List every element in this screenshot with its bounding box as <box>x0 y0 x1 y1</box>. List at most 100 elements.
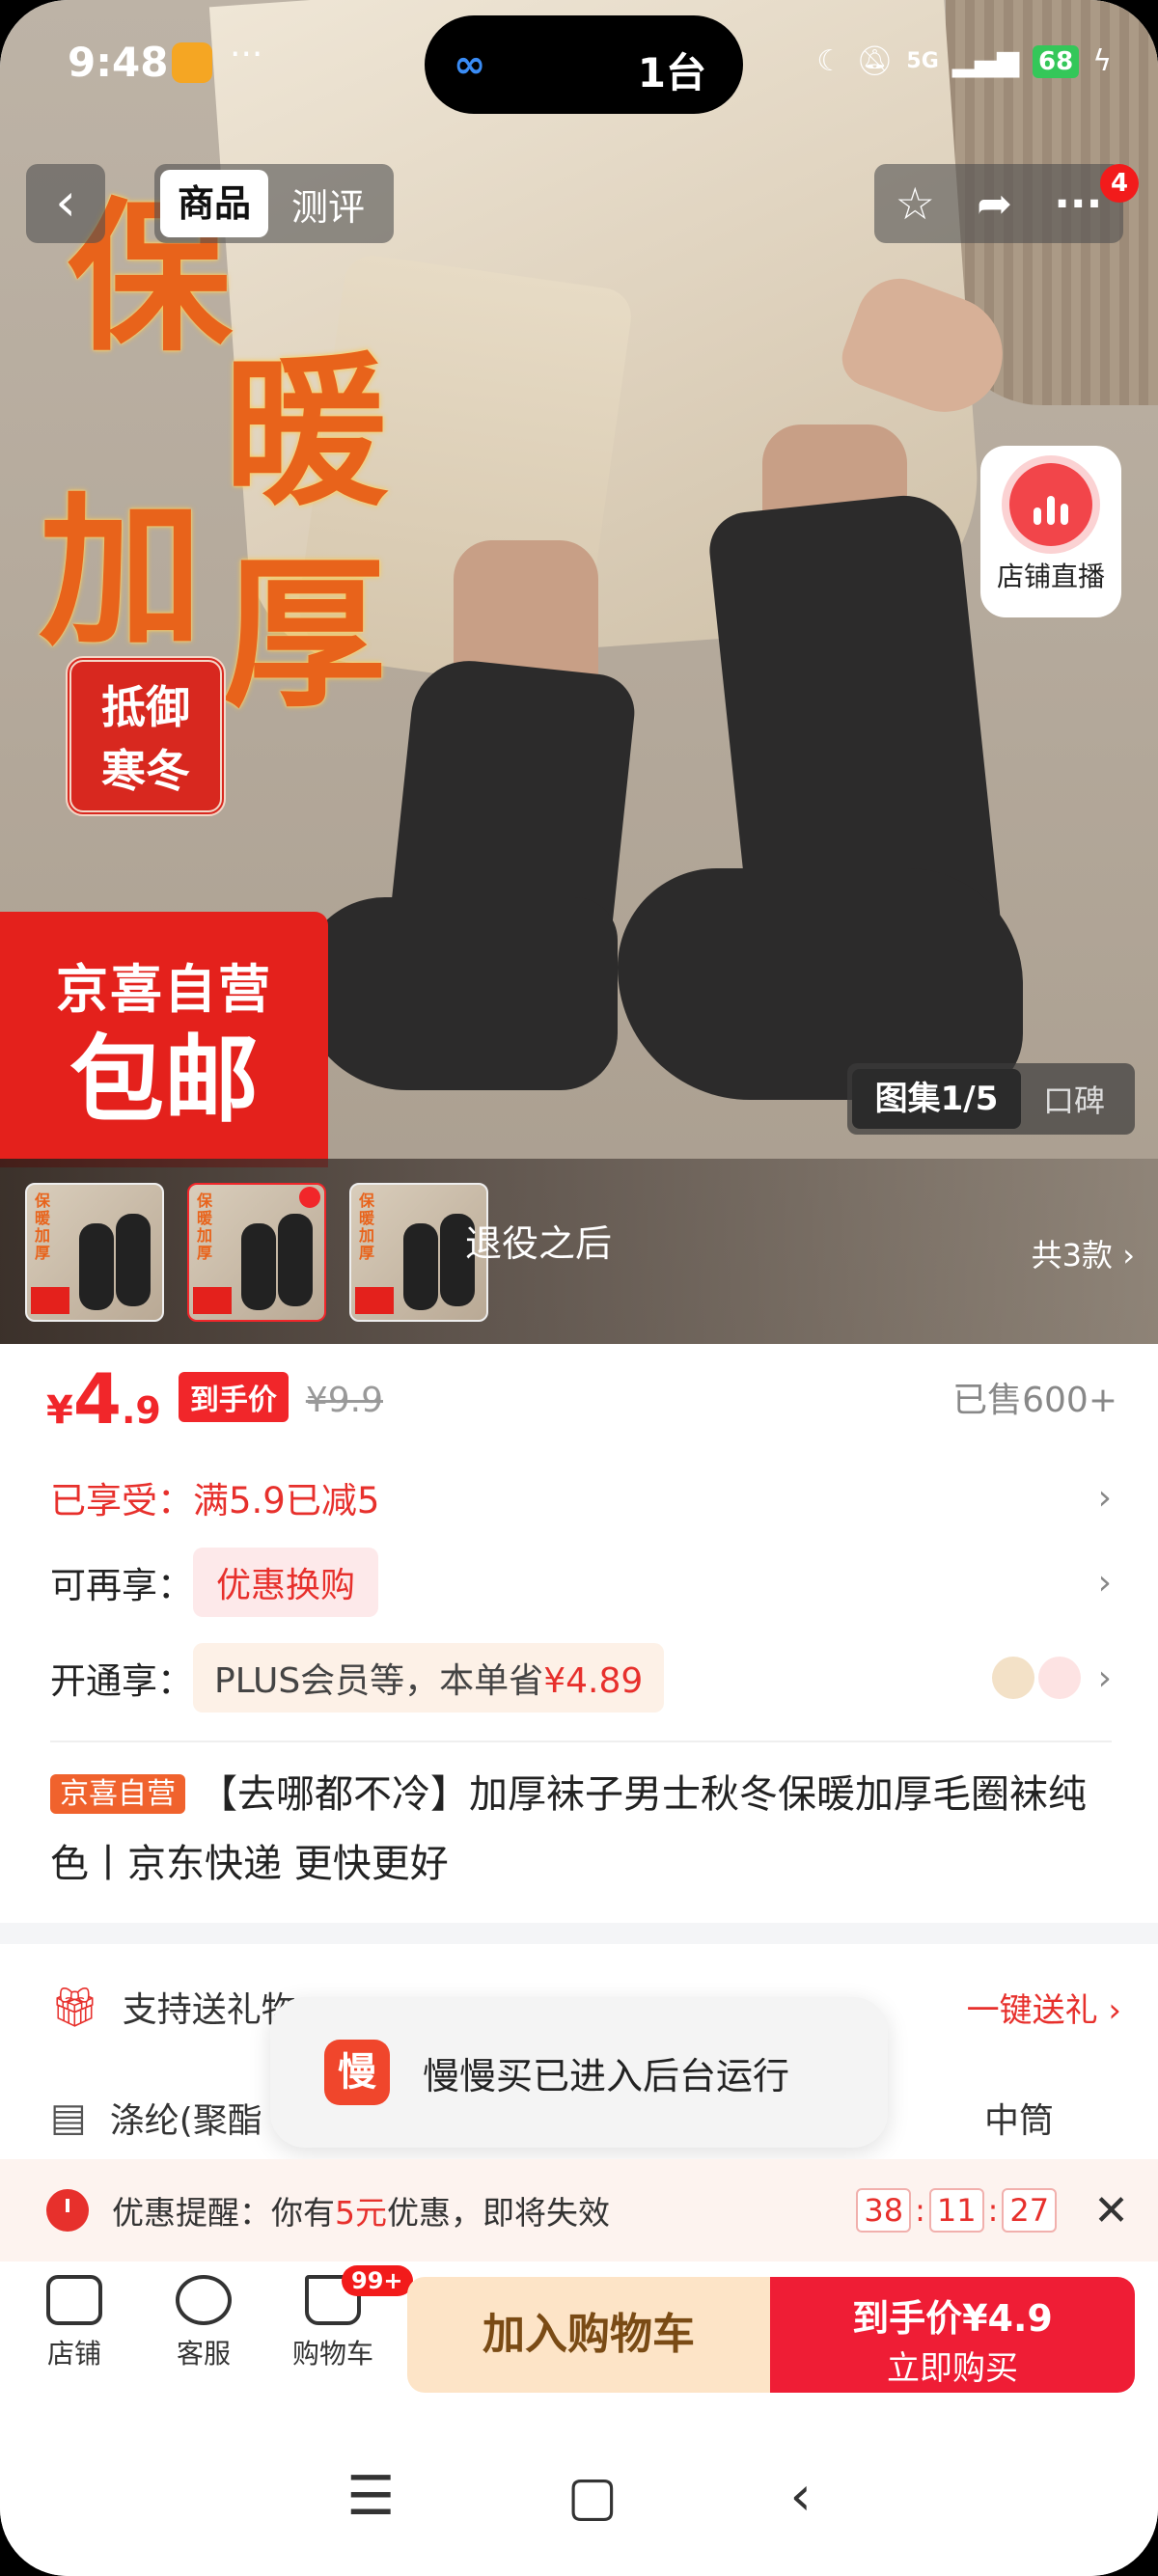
final-price-tag: 到手价 <box>178 1372 289 1422</box>
timer-hours: 38 <box>856 2188 912 2233</box>
signal-icon: 5G <box>906 49 939 73</box>
coupon-reminder[interactable]: 优惠提醒：你有 5元 优惠，即将失效 38: 11: 27 ✕ <box>0 2159 1158 2261</box>
more-notifications-icon: ··· <box>230 35 263 74</box>
chevron-left-icon: ‹ <box>55 172 76 233</box>
section-gap <box>0 1923 1158 1944</box>
page-tabs: 商品 测评 <box>154 164 394 243</box>
more-icon[interactable]: ··· <box>1054 179 1102 229</box>
exchange-deal-pill: 优惠换购 <box>193 1548 379 1617</box>
price-decimal: .9 <box>121 1389 161 1432</box>
share-icon[interactable]: ➦ <box>977 179 1012 229</box>
background-toast: 慢 慢慢买已进入后台运行 <box>270 1997 888 2148</box>
shop-label: 店铺 <box>46 2338 101 2370</box>
toast-text: 慢慢买已进入后台运行 <box>423 2054 790 2097</box>
stamp-line-2: 寒冬 <box>101 745 190 797</box>
height-label: 中筒 <box>983 2101 1054 2141</box>
home-icon[interactable]: ▢ <box>566 2465 618 2528</box>
price-row: ¥ 4 .9 到手价 ¥9.9 已售600+ <box>46 1358 1117 1445</box>
signal-bars-icon: ▂▄▆ <box>951 44 1020 78</box>
variant-thumb-selected[interactable]: 保暖加厚 <box>187 1183 326 1322</box>
dynamic-island: ∞ 1台 <box>425 15 743 114</box>
back-button[interactable]: ‹ <box>26 164 105 243</box>
chevron-right-icon: › <box>1097 1477 1112 1518</box>
cart-button[interactable]: 购物车 99+ <box>272 2265 413 2371</box>
reminder-prefix: 优惠提醒：你有 <box>112 2194 335 2232</box>
tab-product[interactable]: 商品 <box>160 170 268 237</box>
hero-text-3: 加 <box>39 476 204 669</box>
chevron-right-icon: › <box>1097 1562 1112 1603</box>
product-detail-screen: 保 暖 加 厚 抵御 寒冬 京喜自营 包邮 店铺直播 图集1/5 口碑 保暖加厚 <box>0 0 1158 2576</box>
selected-dot-icon <box>299 1187 320 1208</box>
stamp-badge: 抵御 寒冬 <box>66 656 226 816</box>
live-label: 店铺直播 <box>996 561 1105 592</box>
favorite-star-icon[interactable]: ☆ <box>896 178 935 230</box>
top-tools: ☆ ➦ ··· <box>874 164 1123 243</box>
message-badge: 4 <box>1100 164 1139 203</box>
live-icon <box>1009 463 1092 546</box>
shop-button[interactable]: 店铺 <box>14 2275 135 2371</box>
plus-member-amount: ¥4.89 <box>543 1661 644 1701</box>
countdown-timer: 38: 11: 27 <box>856 2188 1058 2233</box>
variant-thumb[interactable]: 保暖加厚 <box>25 1183 164 1322</box>
system-nav-bar: ☰ ▢ ‹ <box>0 2417 1158 2576</box>
mute-icon: 🔕︎ <box>856 44 894 78</box>
variant-count-label: 共3款 <box>1031 1237 1114 1274</box>
divider <box>50 1740 1112 1742</box>
gift-link-label: 一键送礼 <box>966 1990 1098 2030</box>
battery-icon: 68 <box>1033 44 1080 78</box>
system-icons: ☾ 🔕︎ 5G ▂▄▆ 68 ϟ <box>816 44 1112 78</box>
link-icon: ∞ <box>454 42 486 87</box>
price-integer: 4 <box>72 1358 122 1439</box>
clock-icon <box>46 2189 89 2232</box>
chevron-right-icon: › <box>1097 1658 1112 1698</box>
notification-app-icon <box>172 42 212 83</box>
plus-member-row[interactable]: 开通享： PLUS会员等，本单省¥4.89 › <box>50 1642 1112 1713</box>
gift-icon: 🎁︎ <box>50 1985 99 2030</box>
extra-deal-row[interactable]: 可再享： 优惠换购 › <box>50 1547 1112 1618</box>
variant-name: 退役之后 <box>465 1222 613 1265</box>
one-click-gift-link[interactable]: 一键送礼 › <box>967 1984 1121 2031</box>
crown-icon <box>991 1657 1034 1699</box>
plus-member-label: 开通享： <box>50 1660 193 1702</box>
charging-icon: ϟ <box>1092 44 1112 78</box>
sold-count: 已售600+ <box>952 1381 1117 1420</box>
service-label: 客服 <box>176 2338 231 2370</box>
card-icon <box>1037 1657 1081 1699</box>
service-icon <box>176 2275 232 2325</box>
variant-count-link[interactable]: 共3款 › <box>1032 1231 1135 1275</box>
sock-foot-graphic <box>299 897 618 1090</box>
promo-line-1: 京喜自营 <box>56 959 272 1020</box>
tab-gallery[interactable]: 图集1/5 <box>852 1069 1021 1129</box>
store-live-button[interactable]: 店铺直播 <box>980 446 1121 617</box>
manmanmai-app-icon: 慢 <box>324 2040 390 2105</box>
chevron-right-icon: › <box>1122 1237 1135 1274</box>
menu-icon[interactable]: ☰ <box>346 2465 395 2528</box>
status-bar: 9:48 ··· ∞ 1台 ☾ 🔕︎ 5G ▂▄▆ 68 ϟ <box>0 0 1158 135</box>
customer-service-button[interactable]: 客服 <box>143 2275 264 2371</box>
hero-text-4: 厚 <box>222 538 387 731</box>
moon-icon: ☾ <box>816 44 843 78</box>
discount-enjoyed-row[interactable]: 已享受：满5.9已减5 › <box>50 1462 1112 1533</box>
buy-now-button[interactable]: 到手价¥4.9 立即购买 <box>770 2277 1135 2393</box>
add-to-cart-button[interactable]: 加入购物车 <box>407 2277 770 2393</box>
reminder-suffix: 优惠，即将失效 <box>387 2194 610 2232</box>
product-title-text: 【去哪都不冷】加厚袜子男士秋冬保暖加厚毛圈袜纯色丨京东快递 更快更好 <box>50 1772 1087 1886</box>
plus-member-pill: PLUS会员等，本单省¥4.89 <box>193 1643 665 1713</box>
stamp-line-1: 抵御 <box>101 681 190 733</box>
product-title: 京喜自营 【去哪都不冷】加厚袜子男士秋冬保暖加厚毛圈袜纯色丨京东快递 更快更好 <box>50 1762 1121 1897</box>
tab-reviews[interactable]: 口碑 <box>1021 1077 1127 1121</box>
buy-now-price: 到手价¥4.9 <box>852 2297 1053 2340</box>
shop-icon <box>46 2275 102 2325</box>
tab-evaluation[interactable]: 测评 <box>268 178 388 231</box>
back-icon[interactable]: ‹ <box>790 2465 812 2528</box>
buy-now-label: 立即购买 <box>887 2349 1018 2388</box>
self-operated-tag: 京喜自营 <box>50 1774 185 1814</box>
status-time: 9:48 <box>68 39 169 86</box>
promo-line-2: 包邮 <box>69 1026 259 1136</box>
price-symbol: ¥ <box>46 1388 73 1433</box>
document-icon: ▤ <box>50 2096 87 2140</box>
material-label: 涤纶(聚酯 <box>109 2101 262 2141</box>
discount-enjoyed-label: 已享受：满5.9已减5 <box>50 1480 380 1521</box>
promo-box: 京喜自营 包邮 <box>0 912 328 1167</box>
close-icon[interactable]: ✕ <box>1093 2186 1129 2235</box>
